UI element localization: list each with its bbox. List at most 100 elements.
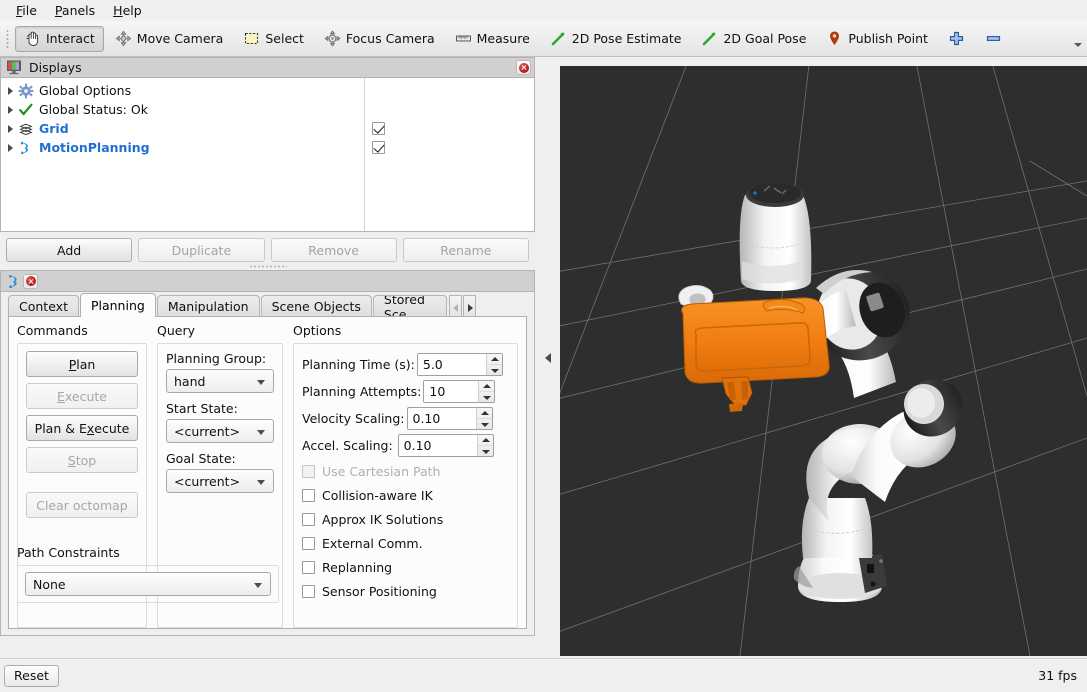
spinbox-arrows[interactable] <box>478 381 495 402</box>
plus-icon <box>948 30 965 47</box>
path-constraints-combo[interactable]: None <box>25 572 271 596</box>
collision-aware-ik-label: Collision-aware IK <box>322 487 433 503</box>
spin-up-icon[interactable] <box>486 354 502 365</box>
tree-item-global-options[interactable]: Global Options <box>1 81 364 100</box>
motionplanning-close-button[interactable] <box>23 273 38 289</box>
spin-down-icon[interactable] <box>477 419 492 429</box>
spinbox-arrows[interactable] <box>475 408 492 429</box>
tool-2d-goal-pose-button[interactable]: 2D Goal Pose <box>692 26 815 52</box>
tool-move-camera-button[interactable]: Move Camera <box>106 26 233 52</box>
tab-manipulation[interactable]: Manipulation <box>156 295 260 317</box>
plan-button[interactable]: Plan <box>26 351 138 377</box>
toolbar-overflow-button[interactable] <box>1071 24 1085 54</box>
planning-group-combo[interactable]: hand <box>166 369 274 393</box>
tool-interact-button[interactable]: Interact <box>15 25 104 52</box>
duplicate-display-button[interactable]: Duplicate <box>138 238 265 262</box>
expand-triangle-icon[interactable] <box>4 122 18 136</box>
tool-2d-pose-estimate-button[interactable]: 2D Pose Estimate <box>541 26 691 52</box>
replanning-checkbox[interactable] <box>302 560 315 574</box>
motionplanning-panel-header <box>0 270 535 292</box>
tree-item-global-status[interactable]: Global Status: Ok <box>1 100 364 119</box>
spinbox-arrows[interactable] <box>476 435 493 456</box>
planning-tab-page: Commands Plan Execute Plan & Ex ecute Sto… <box>8 316 527 629</box>
tab-scene-objects[interactable]: Scene Objects <box>260 295 372 317</box>
external-comm-checkbox[interactable] <box>302 536 315 550</box>
goal-state-combo[interactable]: <current> <box>166 469 274 493</box>
displays-tree: Global Options Global Status: Ok Grid Mo… <box>0 77 535 232</box>
tab-scroll-left-button[interactable] <box>448 295 462 317</box>
query-title: Query <box>157 323 195 338</box>
planning-time-spinbox[interactable]: 5.0 <box>416 353 503 376</box>
tree-item-motionplanning[interactable]: MotionPlanning <box>1 138 364 157</box>
collapse-left-arrow-icon[interactable] <box>544 352 551 363</box>
combo-value: None <box>33 576 66 592</box>
planning-time-label: Planning Time (s): <box>302 357 415 372</box>
start-state-combo[interactable]: <current> <box>166 419 274 443</box>
add-display-button[interactable]: Add <box>6 238 133 262</box>
menu-item-panels[interactable]: Panels <box>47 1 103 20</box>
displays-close-button[interactable] <box>516 60 531 75</box>
start-state-label: Start State: <box>166 401 238 416</box>
tool-measure-button[interactable]: Measure <box>446 26 539 52</box>
toolbar-drag-handle[interactable] <box>4 27 11 50</box>
tool-focus-camera-button[interactable]: Focus Camera <box>315 26 444 52</box>
dock-splitter[interactable] <box>535 57 560 658</box>
tab-label: Manipulation <box>167 299 249 314</box>
remove-display-button[interactable]: Remove <box>270 238 397 262</box>
tool-label: Select <box>265 31 304 46</box>
tool-remove-button[interactable] <box>976 26 1011 52</box>
tool-label: Measure <box>476 31 530 46</box>
robot-base-link <box>793 554 887 602</box>
menu-item-file[interactable]: File <box>8 1 45 20</box>
stop-button[interactable]: Stop <box>26 447 138 473</box>
planning-attempts-value[interactable]: 10 <box>424 381 479 402</box>
spin-down-icon[interactable] <box>479 392 494 402</box>
collision-aware-ik-checkbox[interactable] <box>302 488 315 502</box>
grid-enable-checkbox[interactable] <box>372 122 385 135</box>
spin-up-icon[interactable] <box>479 381 495 392</box>
spin-down-icon[interactable] <box>487 365 502 375</box>
menu-item-help[interactable]: Help <box>105 1 150 20</box>
approx-ik-solutions-checkbox[interactable] <box>302 512 315 526</box>
tree-item-label: Global Status: Ok <box>39 102 148 117</box>
planning-time-value[interactable]: 5.0 <box>417 354 486 375</box>
minus-icon <box>985 30 1002 47</box>
velocity-scaling-spinbox[interactable]: 0.10 <box>406 407 493 430</box>
spin-up-icon[interactable] <box>476 408 492 419</box>
tab-context[interactable]: Context <box>8 295 79 317</box>
tab-stored-scenes[interactable]: Stored Sce <box>372 295 447 317</box>
use-cartesian-path-checkbox[interactable] <box>302 464 315 478</box>
plan-and-execute-button[interactable]: Plan & Ex ecute <box>26 415 138 441</box>
rviz-3d-viewport[interactable] <box>560 66 1087 656</box>
expand-triangle-icon[interactable] <box>4 103 18 117</box>
spin-up-icon[interactable] <box>477 435 493 446</box>
tab-scroll-right-button[interactable] <box>462 295 476 317</box>
left-dock-area: Displays Global Options Global Status: O… <box>0 57 535 658</box>
path-constraints-group: None <box>17 565 279 603</box>
tree-checkbox-row <box>365 119 534 138</box>
tool-add-button[interactable] <box>939 26 974 52</box>
accel-scaling-spinbox[interactable]: 0.10 <box>397 434 494 457</box>
planning-attempts-spinbox[interactable]: 10 <box>423 380 496 403</box>
execute-button[interactable]: Execute <box>26 383 138 409</box>
expand-triangle-icon[interactable] <box>4 141 18 155</box>
spin-down-icon[interactable] <box>478 446 493 456</box>
tab-planning[interactable]: Planning <box>79 293 156 317</box>
motionplanning-enable-checkbox[interactable] <box>372 141 385 154</box>
gear-icon <box>18 83 34 99</box>
tool-publish-point-button[interactable]: Publish Point <box>817 26 937 52</box>
options-section: Options Planning Time (s): 5.0 Planning … <box>293 323 518 628</box>
menu-mnemonic: P <box>54 3 62 18</box>
tree-item-grid[interactable]: Grid <box>1 119 364 138</box>
spinbox-arrows[interactable] <box>485 354 502 375</box>
tool-select-button[interactable]: Select <box>234 26 313 52</box>
expand-triangle-icon[interactable] <box>4 84 18 98</box>
velocity-scaling-value[interactable]: 0.10 <box>407 408 476 429</box>
sensor-positioning-checkbox[interactable] <box>302 584 315 598</box>
external-comm-row: External Comm. <box>302 531 509 555</box>
rename-display-button[interactable]: Rename <box>402 238 529 262</box>
accel-scaling-value[interactable]: 0.10 <box>398 435 477 456</box>
clear-octomap-button[interactable]: Clear octomap <box>26 492 138 518</box>
panel-splitter-handle[interactable] <box>0 262 535 270</box>
reset-button[interactable]: Reset <box>4 664 59 687</box>
